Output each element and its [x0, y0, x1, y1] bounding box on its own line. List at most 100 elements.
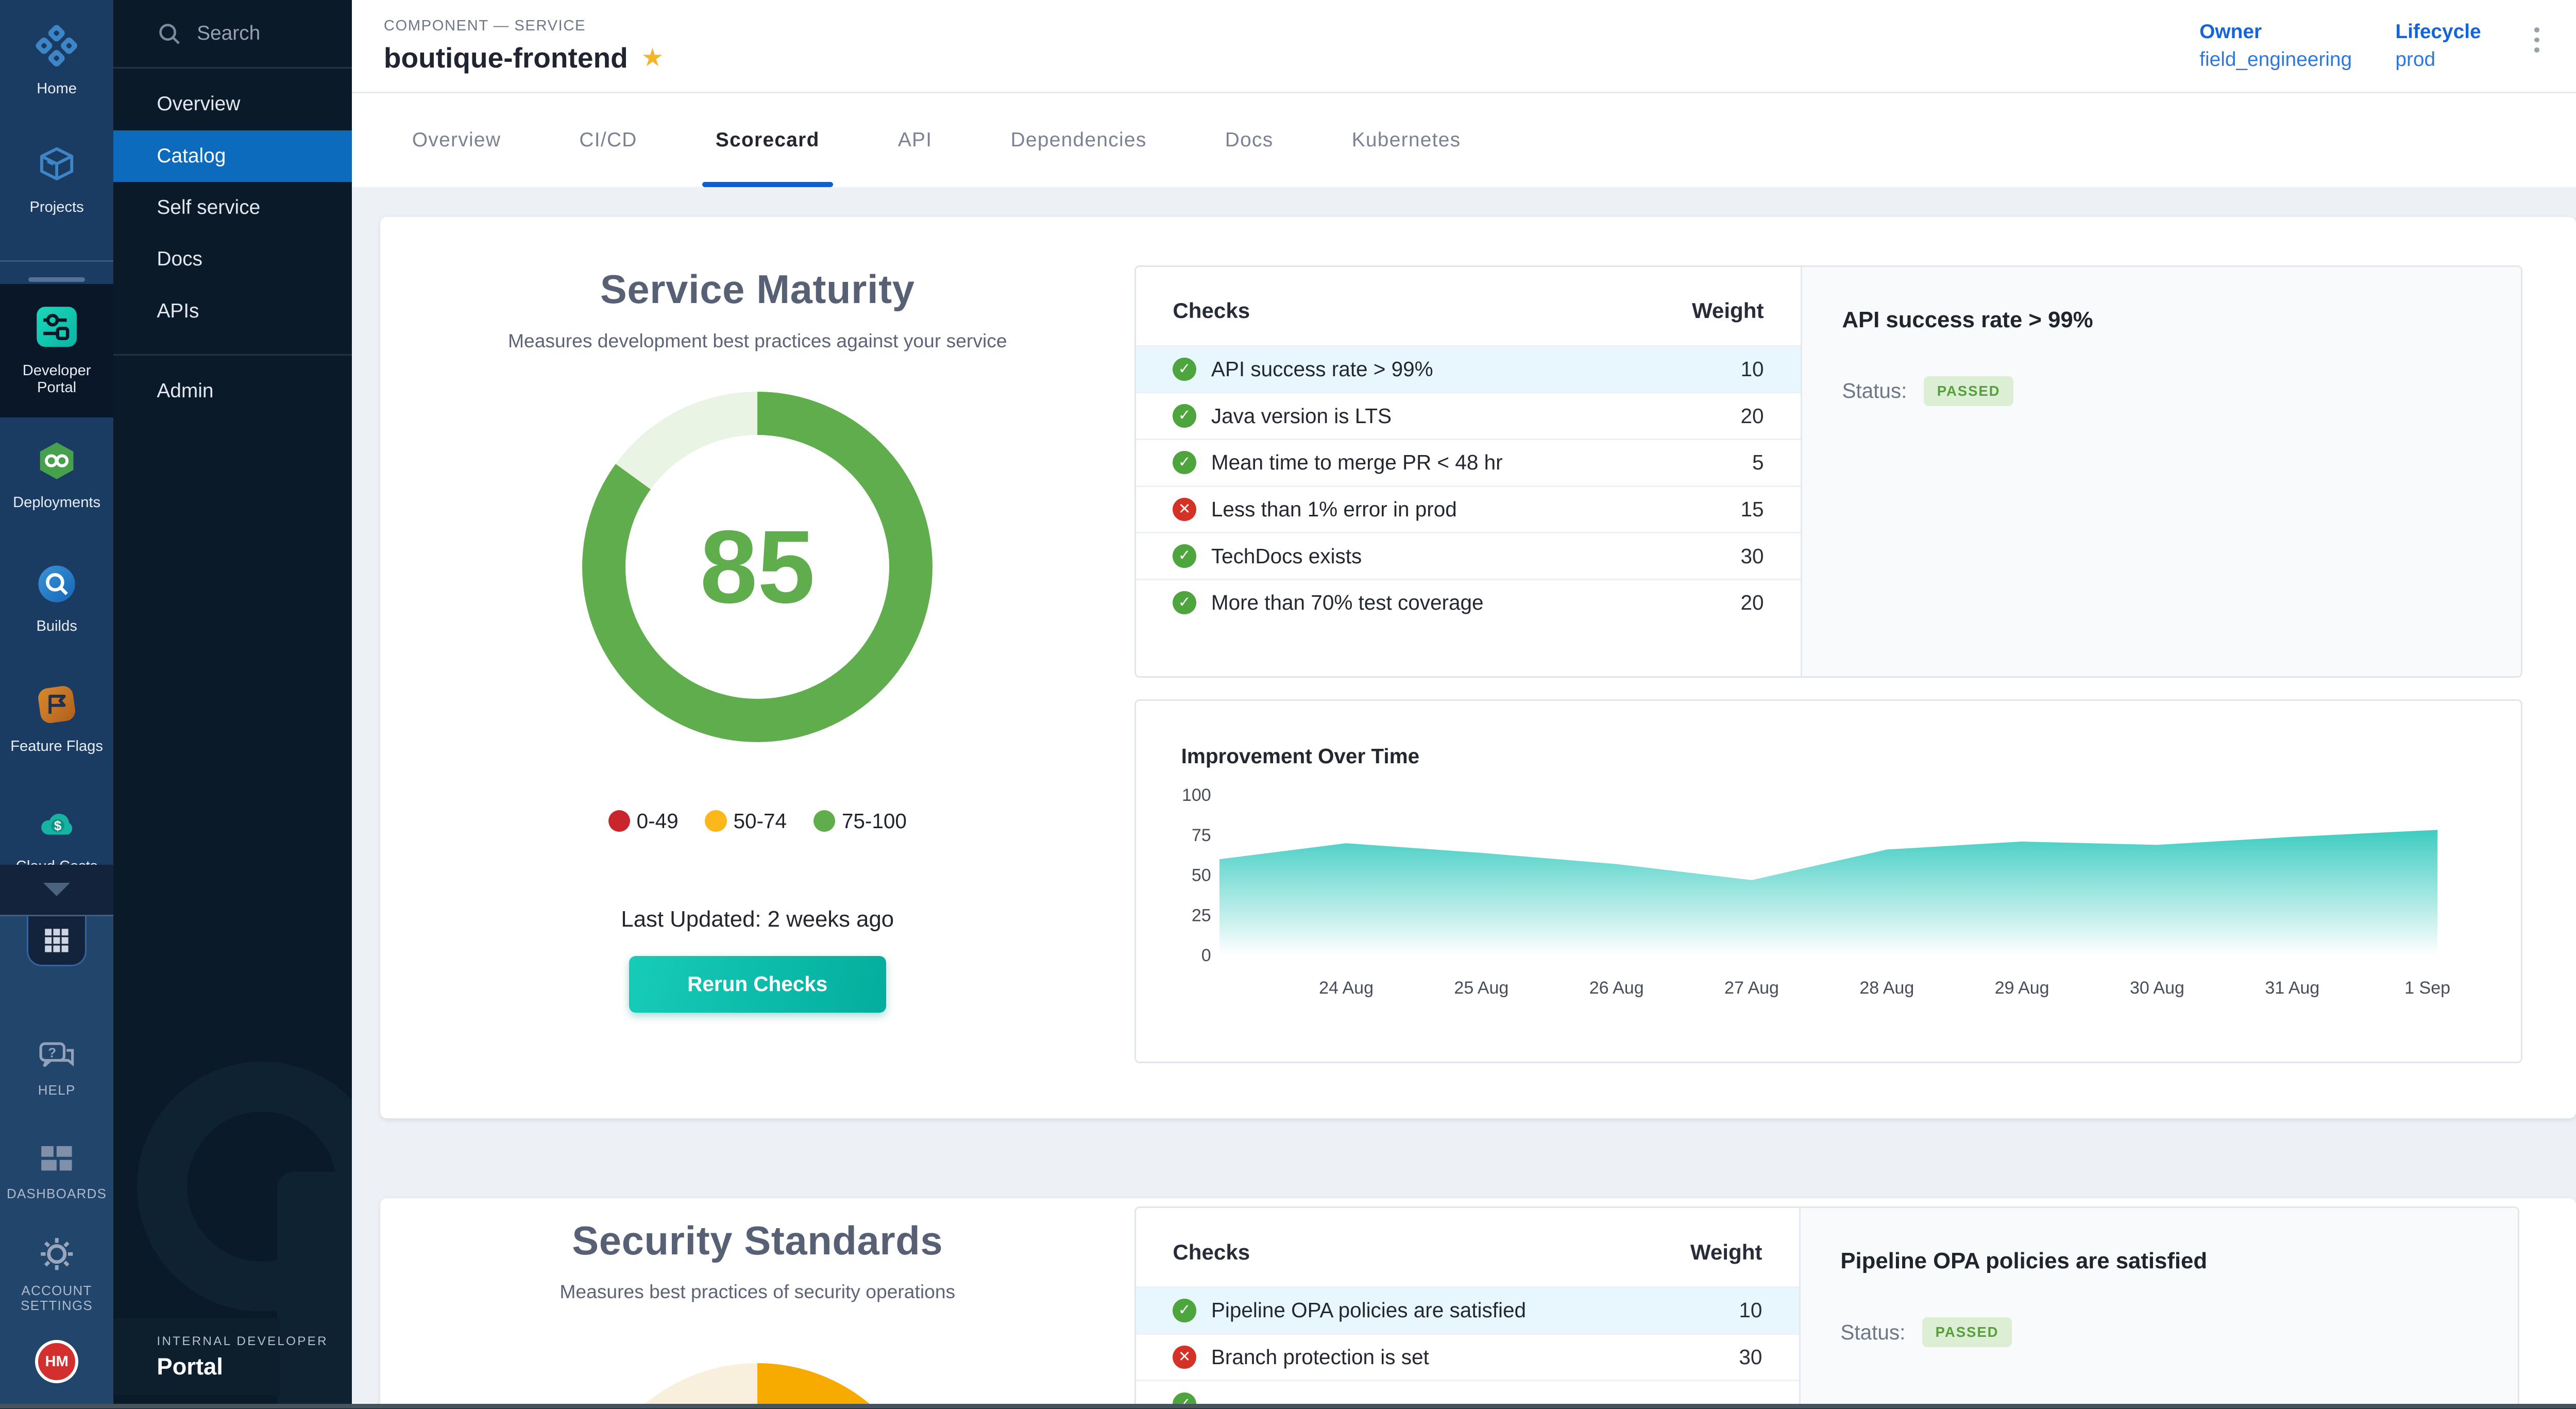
rail-label: Projects [29, 199, 83, 215]
check-row[interactable]: ✓Mean time to merge PR < 48 hr5 [1136, 439, 1801, 485]
dashboards-button[interactable]: DASHBOARDS [0, 1140, 113, 1202]
harness-logo-icon [34, 23, 79, 72]
sidebar-item-self-service[interactable]: Self service [113, 182, 352, 233]
check-row[interactable]: ✓More than 70% test coverage20 [1136, 579, 1801, 626]
rail-item-projects[interactable]: Projects [0, 144, 113, 216]
sidebar-item-admin[interactable]: Admin [113, 365, 352, 417]
sidebar-item-docs[interactable]: Docs [113, 233, 352, 285]
rail-bottom-section: ? HELP DASHBOARDS ACCOUNT SET [0, 915, 113, 1409]
more-options-kebab-icon[interactable] [2524, 21, 2550, 59]
builds-icon [35, 562, 78, 610]
check-row[interactable]: ✓API success rate > 99%10 [1136, 345, 1801, 392]
check-detail-title: Pipeline OPA policies are satisfied [1840, 1248, 2478, 1274]
rail-label: Builds [36, 618, 77, 634]
rail-item-developer-portal[interactable]: Developer Portal [0, 284, 113, 417]
lifecycle-value[interactable]: prod [2395, 48, 2481, 71]
check-status-icon: ✓ [1173, 404, 1196, 427]
check-status-icon: ✓ [1173, 1299, 1196, 1322]
portal-brand: INTERNAL DEVELOPER Portal [157, 1334, 328, 1381]
sidebar-item-catalog[interactable]: Catalog [113, 130, 352, 182]
check-row[interactable]: ✓TechDocs exists30 [1136, 532, 1801, 579]
svg-text:28 Aug: 28 Aug [1860, 978, 1914, 998]
score-value: 85 [582, 392, 933, 742]
rail-item-deployments[interactable]: Deployments [0, 439, 113, 511]
lifecycle-meta: Lifecycle prod [2395, 21, 2481, 71]
check-row[interactable]: ✕Less than 1% error in prod15 [1136, 485, 1801, 532]
rail-collapse-handle[interactable] [28, 277, 85, 282]
check-weight: 10 [1740, 357, 1764, 381]
favorite-star-icon[interactable]: ★ [641, 43, 664, 72]
lifecycle-label: Lifecycle [2395, 21, 2481, 43]
weight-column-header: Weight [1692, 298, 1764, 323]
tab-api[interactable]: API [898, 93, 933, 187]
check-status-icon: ✓ [1173, 591, 1196, 614]
improvement-area-chart: 025507510024 Aug25 Aug26 Aug27 Aug28 Aug… [1136, 775, 2521, 1029]
entity-tabs: Overview CI/CD Scorecard API Dependencie… [352, 93, 2576, 187]
weight-column-header: Weight [1690, 1240, 1762, 1265]
rerun-checks-button[interactable]: Rerun Checks [629, 956, 886, 1013]
sidebar-search[interactable]: Search [113, 0, 352, 69]
legend-dot-amber [705, 810, 726, 832]
page-title: boutique-frontend [384, 41, 628, 74]
feature-flags-icon [35, 683, 78, 730]
status-badge: PASSED [1922, 1317, 2012, 1347]
brand-title: Portal [157, 1353, 328, 1380]
sidebar-item-overview[interactable]: Overview [113, 78, 352, 130]
rail-label: Deployments [13, 494, 100, 511]
module-rail: Home Projects Developer Portal [0, 0, 113, 1408]
service-maturity-card: Service Maturity Measures development be… [380, 217, 2576, 1118]
svg-text:100: 100 [1182, 785, 1211, 805]
score-gauge: 85 [582, 392, 933, 742]
check-row[interactable]: ✓Pipeline OPA policies are satisfied10 [1136, 1286, 1799, 1333]
projects-cube-icon [35, 144, 78, 191]
check-status-icon: ✓ [1173, 544, 1196, 567]
owner-value[interactable]: field_engineering [2199, 48, 2352, 71]
improvement-chart-card: Improvement Over Time 025507510024 Aug25… [1134, 699, 2522, 1063]
checks-table: Checks Weight ✓Pipeline OPA policies are… [1136, 1208, 1799, 1408]
rail-scroll-chevron[interactable] [0, 865, 113, 915]
rail-item-feature-flags[interactable]: Feature Flags [0, 683, 113, 755]
check-label: TechDocs exists [1211, 544, 1741, 568]
rail-item-builds[interactable]: Builds [0, 562, 113, 634]
chevron-down-icon [43, 883, 70, 896]
maturity-summary: Service Maturity Measures development be… [380, 217, 1134, 1118]
page-header: COMPONENT — SERVICE boutique-frontend ★ … [352, 0, 2576, 93]
check-weight: 20 [1740, 404, 1764, 428]
scorecard-content: Service Maturity Measures development be… [352, 187, 2576, 1409]
owner-label: Owner [2199, 21, 2352, 43]
tab-kubernetes[interactable]: Kubernetes [1352, 93, 1461, 187]
check-row[interactable]: ✓ Java version is LTS20 [1136, 392, 1801, 439]
rail-label: Home [37, 80, 77, 97]
check-label: Branch protection is set [1211, 1345, 1739, 1369]
check-label: Java version is LTS [1211, 404, 1741, 428]
app-window: Home Projects Developer Portal [0, 0, 2576, 1408]
rail-label: Feature Flags [10, 738, 103, 754]
account-settings-button[interactable]: ACCOUNT SETTINGS [0, 1235, 113, 1313]
tab-dependencies[interactable]: Dependencies [1011, 93, 1147, 187]
svg-text:50: 50 [1192, 866, 1211, 885]
user-avatar[interactable]: HM [35, 1340, 78, 1383]
check-label: More than 70% test coverage [1211, 591, 1741, 615]
area-series [1219, 830, 2437, 955]
module-selector-button[interactable] [27, 916, 87, 966]
check-status-icon: ✓ [1173, 451, 1196, 474]
legend-label: 0-49 [637, 809, 679, 833]
tab-cicd[interactable]: CI/CD [579, 93, 637, 187]
tab-docs[interactable]: Docs [1225, 93, 1274, 187]
security-standards-card: Security Standards Measures best practic… [380, 1198, 2576, 1408]
gear-icon [38, 1235, 76, 1277]
checks-panel: Checks Weight ✓API success rate > 99%10 … [1134, 265, 2522, 678]
cloud-costs-icon: $ [35, 803, 78, 850]
tab-overview[interactable]: Overview [412, 93, 501, 187]
rail-bottom-label: HELP [38, 1083, 76, 1098]
tab-scorecard[interactable]: Scorecard [716, 93, 820, 187]
status-label: Status: [1840, 1320, 1905, 1345]
developer-portal-icon [35, 305, 78, 353]
check-row[interactable]: ✕Branch protection is set30 [1136, 1333, 1799, 1380]
sidebar-item-apis[interactable]: APIs [113, 286, 352, 337]
check-weight: 5 [1752, 450, 1764, 475]
rail-item-home[interactable]: Home [0, 23, 113, 97]
svg-text:$: $ [54, 819, 62, 833]
help-button[interactable]: ? HELP [0, 1039, 113, 1098]
help-chat-icon: ? [37, 1039, 77, 1077]
